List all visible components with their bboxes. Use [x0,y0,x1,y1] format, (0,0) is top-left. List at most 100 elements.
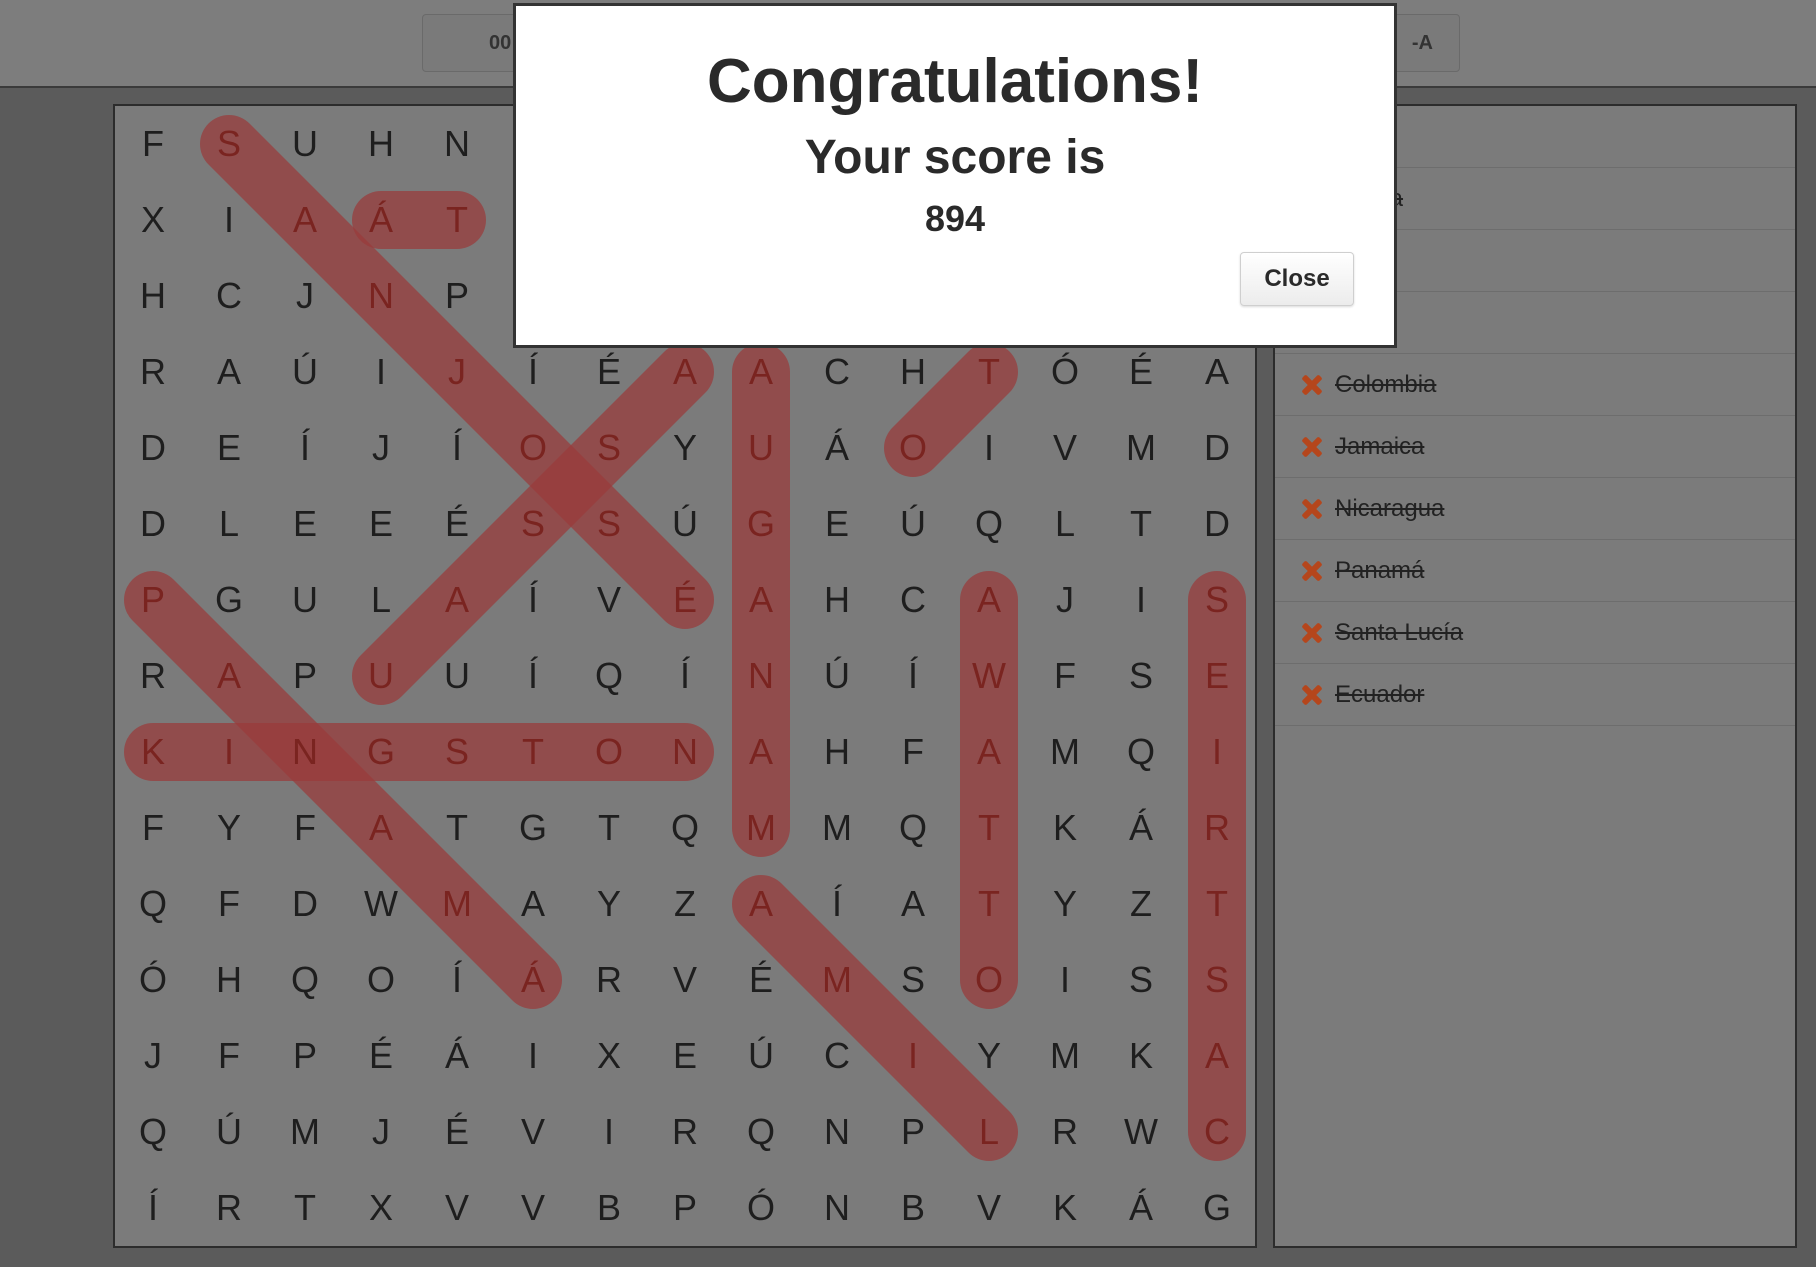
grid-cell[interactable]: F [191,1018,267,1094]
grid-cell[interactable]: I [191,182,267,258]
grid-cell[interactable]: L [1027,486,1103,562]
grid-cell[interactable]: N [267,714,343,790]
grid-cell[interactable]: I [875,1018,951,1094]
grid-cell[interactable]: Í [495,638,571,714]
grid-cell[interactable]: O [951,942,1027,1018]
grid-cell[interactable]: S [571,410,647,486]
grid-cell[interactable]: Q [267,942,343,1018]
grid-cell[interactable]: K [115,714,191,790]
grid-cell[interactable]: R [1179,790,1255,866]
grid-cell[interactable]: A [267,182,343,258]
grid-cell[interactable]: Q [875,790,951,866]
grid-cell[interactable]: V [647,942,723,1018]
grid-cell[interactable]: M [1103,410,1179,486]
grid-cell[interactable]: Ú [191,1094,267,1170]
grid-cell[interactable]: T [571,790,647,866]
grid-cell[interactable]: M [723,790,799,866]
grid-cell[interactable]: H [799,562,875,638]
grid-cell[interactable]: X [571,1018,647,1094]
grid-cell[interactable]: E [267,486,343,562]
grid-cell[interactable]: Á [419,1018,495,1094]
close-button[interactable]: Close [1240,252,1354,306]
grid-cell[interactable]: M [1027,1018,1103,1094]
grid-cell[interactable]: W [1103,1094,1179,1170]
grid-cell[interactable]: Í [799,866,875,942]
grid-cell[interactable]: E [191,410,267,486]
grid-cell[interactable]: Á [1103,790,1179,866]
grid-cell[interactable]: R [1027,1094,1103,1170]
grid-cell[interactable]: M [799,790,875,866]
grid-cell[interactable]: É [723,942,799,1018]
grid-cell[interactable]: D [1179,410,1255,486]
grid-cell[interactable]: Q [647,790,723,866]
grid-cell[interactable]: Y [951,1018,1027,1094]
grid-cell[interactable]: U [419,638,495,714]
grid-cell[interactable]: M [799,942,875,1018]
grid-cell[interactable]: É [343,1018,419,1094]
grid-cell[interactable]: Ó [115,942,191,1018]
grid-cell[interactable]: S [1103,942,1179,1018]
grid-cell[interactable]: T [419,182,495,258]
grid-cell[interactable]: G [495,790,571,866]
grid-cell[interactable]: Ú [799,638,875,714]
grid-cell[interactable]: O [343,942,419,1018]
grid-cell[interactable]: P [875,1094,951,1170]
grid-cell[interactable]: O [875,410,951,486]
grid-cell[interactable]: V [495,1170,571,1246]
grid-cell[interactable]: P [419,258,495,334]
grid-cell[interactable]: Z [647,866,723,942]
grid-cell[interactable]: I [1027,942,1103,1018]
grid-cell[interactable]: B [571,1170,647,1246]
grid-cell[interactable]: F [267,790,343,866]
grid-cell[interactable]: N [723,638,799,714]
grid-cell[interactable]: Y [1027,866,1103,942]
grid-cell[interactable]: B [875,1170,951,1246]
grid-cell[interactable]: P [115,562,191,638]
grid-cell[interactable]: C [1179,1094,1255,1170]
grid-cell[interactable]: O [495,410,571,486]
grid-cell[interactable]: T [1103,486,1179,562]
grid-cell[interactable]: F [191,866,267,942]
grid-cell[interactable]: V [951,1170,1027,1246]
grid-cell[interactable]: R [115,334,191,410]
grid-cell[interactable]: Q [115,866,191,942]
grid-cell[interactable]: F [875,714,951,790]
grid-cell[interactable]: T [951,790,1027,866]
grid-cell[interactable]: E [799,486,875,562]
grid-cell[interactable]: J [419,334,495,410]
grid-cell[interactable]: L [951,1094,1027,1170]
grid-cell[interactable]: Ó [723,1170,799,1246]
grid-cell[interactable]: H [343,106,419,182]
grid-cell[interactable]: S [419,714,495,790]
grid-cell[interactable]: L [343,562,419,638]
grid-cell[interactable]: Ú [723,1018,799,1094]
grid-cell[interactable]: L [191,486,267,562]
grid-cell[interactable]: Z [1103,866,1179,942]
grid-cell[interactable]: H [191,942,267,1018]
grid-cell[interactable]: Ú [267,334,343,410]
grid-cell[interactable]: I [343,334,419,410]
grid-cell[interactable]: J [267,258,343,334]
grid-cell[interactable]: A [495,866,571,942]
grid-cell[interactable]: K [1103,1018,1179,1094]
grid-cell[interactable]: I [191,714,267,790]
grid-cell[interactable]: D [1179,486,1255,562]
grid-cell[interactable]: D [267,866,343,942]
grid-cell[interactable]: V [495,1094,571,1170]
grid-cell[interactable]: Ú [875,486,951,562]
grid-cell[interactable]: N [647,714,723,790]
grid-cell[interactable]: U [343,638,419,714]
grid-cell[interactable]: A [191,334,267,410]
grid-cell[interactable]: Q [115,1094,191,1170]
grid-cell[interactable]: X [343,1170,419,1246]
grid-cell[interactable]: A [343,790,419,866]
grid-cell[interactable]: S [191,106,267,182]
grid-cell[interactable]: Í [647,638,723,714]
grid-cell[interactable]: Á [495,942,571,1018]
grid-cell[interactable]: A [951,562,1027,638]
grid-cell[interactable]: E [343,486,419,562]
grid-cell[interactable]: C [875,562,951,638]
grid-cell[interactable]: Í [419,410,495,486]
grid-cell[interactable]: Á [799,410,875,486]
grid-cell[interactable]: T [267,1170,343,1246]
